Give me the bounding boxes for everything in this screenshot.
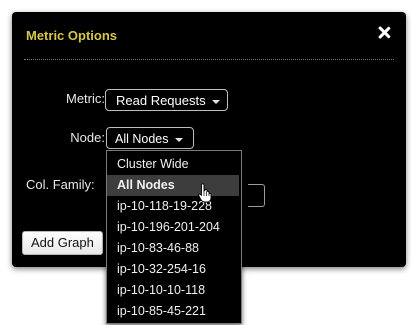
metric-select[interactable]: Read Requests [105,89,228,111]
close-icon[interactable] [376,22,392,42]
node-label: Node: [70,130,105,145]
node-option-cluster-wide[interactable]: Cluster Wide [107,154,239,175]
node-select-value: All Nodes [115,132,169,146]
node-option-all-nodes[interactable]: All Nodes [107,175,239,196]
node-option-2[interactable]: ip-10-196-201-204 [107,217,239,238]
metric-select-value: Read Requests [116,93,206,108]
node-option-6[interactable]: ip-10-85-45-221 [107,301,239,322]
add-graph-button[interactable]: Add Graph [22,231,103,255]
node-option-4[interactable]: ip-10-32-254-16 [107,259,239,280]
header-divider [24,59,394,60]
col-family-select[interactable] [248,184,265,207]
dialog-title: Metric Options [26,28,118,43]
node-option-3[interactable]: ip-10-83-46-88 [107,238,239,259]
chevron-down-icon [211,99,220,104]
col-family-label: Col. Family: [26,177,95,192]
metric-label: Metric: [66,91,105,106]
node-option-5[interactable]: ip-10-10-10-118 [107,280,239,301]
node-option-1[interactable]: ip-10-118-19-228 [107,196,239,217]
dialog-header: Metric Options [12,12,406,60]
chevron-down-icon [174,137,183,142]
node-select[interactable]: All Nodes [106,127,194,149]
node-dropdown-menu: Cluster Wide All Nodes ip-10-118-19-228 … [106,150,242,324]
